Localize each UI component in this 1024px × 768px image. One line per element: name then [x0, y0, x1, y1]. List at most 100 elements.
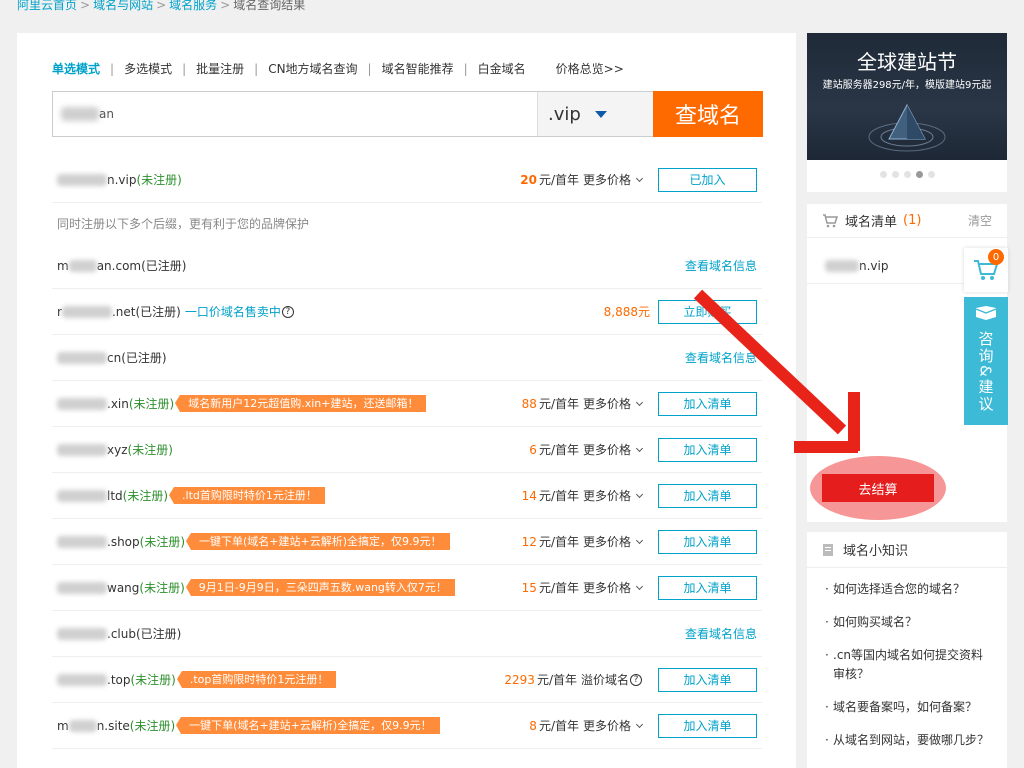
add-to-list-button[interactable]: 加入清单: [658, 483, 757, 508]
view-domain-info-link[interactable]: 查看域名信息: [685, 349, 757, 366]
knowledge-link[interactable]: 从域名到网站，要做哪几步？: [825, 731, 995, 750]
blur-mask: [57, 627, 107, 640]
promo-tag[interactable]: .top首购限时特价1元注册！: [176, 671, 337, 688]
promo-banner[interactable]: 全球建站节 建站服务器298元/年，模版建站9元起: [807, 33, 1007, 192]
buy-now-button[interactable]: 立即购买: [658, 299, 757, 324]
more-prices-link[interactable]: 更多价格: [583, 533, 631, 550]
price-info: 8 元/首年 更多价格: [529, 717, 644, 734]
carousel-dot[interactable]: [891, 171, 899, 178]
breadcrumb-link-domain-web[interactable]: 域名与网站: [93, 0, 153, 12]
knowledge-link[interactable]: 如何购买域名？: [825, 613, 995, 632]
knowledge-link[interactable]: 域名要备案吗，如何备案？: [825, 698, 995, 717]
result-row-xin: .xin (未注册) 域名新用户12元超值购.xin+建站，还送邮箱！ 88 元/首年…: [52, 381, 762, 427]
add-to-list-button[interactable]: 加入清单: [658, 529, 757, 554]
blur-mask: [68, 719, 97, 732]
tab-platinum-domain[interactable]: 白金域名: [478, 62, 526, 76]
carousel-dot[interactable]: [879, 171, 887, 178]
result-row-site: m n.site (未注册) 一键下单(域名+建站+云解析)全搞定，仅9.9元！ 8元…: [52, 703, 762, 749]
domain-search-input[interactable]: [53, 92, 537, 136]
tab-single-mode[interactable]: 单选模式: [52, 62, 100, 76]
checkout-button[interactable]: 去结算: [822, 474, 934, 502]
domain-name: .top (未注册) .top首购限时特价1元注册！: [57, 671, 337, 688]
banner-image[interactable]: 全球建站节 建站服务器298元/年，模版建站9元起: [807, 33, 1007, 160]
result-row-club: .club (已注册) 查看域名信息: [52, 611, 762, 657]
carousel-dot[interactable]: [927, 171, 935, 178]
banner-subtitle: 建站服务器298元/年，模版建站9元起: [822, 80, 992, 91]
promo-tag[interactable]: 一键下单(域名+建站+云解析)全搞定，仅9.9元！: [176, 717, 440, 734]
help-icon[interactable]: ?: [630, 673, 642, 686]
chevron-down-icon: [635, 174, 644, 182]
cart-badge: 0: [988, 249, 1004, 265]
add-to-list-button[interactable]: 加入清单: [658, 575, 757, 600]
result-row-top: .top (未注册) .top首购限时特价1元注册！ 2293 元/首年 溢价域名? 加…: [52, 657, 762, 703]
add-to-list-button[interactable]: 加入清单: [658, 391, 757, 416]
consult-feedback-button[interactable]: 咨询&建议: [964, 297, 1008, 425]
price-info: 88 元/首年 更多价格: [521, 395, 644, 412]
tab-price-overview[interactable]: 价格总览>>: [556, 62, 624, 76]
more-prices-link[interactable]: 更多价格: [583, 395, 631, 412]
promo-tag[interactable]: .ltd首购限时特价1元注册！: [169, 487, 325, 504]
suggestion-note: 同时注册以下多个后缀，更有利于您的品牌保护: [57, 216, 310, 231]
tab-smart-recommend[interactable]: 域名智能推荐: [382, 62, 454, 76]
cart-title: 域名清单: [845, 215, 898, 230]
price-value: 8: [529, 718, 537, 733]
add-to-list-button[interactable]: 加入清单: [658, 437, 757, 462]
knowledge-link[interactable]: .cn等国内域名如何提交资料审核？: [825, 646, 995, 684]
result-row-net: r .net (已注册) 一口价域名售卖中? 8,888元 立即购买: [52, 289, 762, 335]
blur-mask: [57, 173, 107, 186]
price-value: 14: [521, 488, 537, 503]
domain-search-bar: .vip 查域名: [52, 91, 763, 137]
domain-name: ltd (未注册) .ltd首购限时特价1元注册！: [57, 487, 325, 504]
tld-select-value: .vip: [548, 103, 581, 125]
more-prices-link[interactable]: 更多价格: [583, 171, 631, 188]
cart-count: (1): [903, 213, 922, 228]
more-prices-link[interactable]: 更多价格: [583, 579, 631, 596]
more-prices-link[interactable]: 更多价格: [583, 487, 631, 504]
price-info: 20 元/首年 更多价格: [520, 171, 644, 188]
added-button[interactable]: 已加入: [658, 167, 757, 192]
mode-tabs: 单选模式 | 多选模式 | 批量注册 | CN地方域名查询 | 域名智能推荐 | 白金域名 价格总览>…: [52, 62, 624, 76]
add-to-list-button[interactable]: 加入清单: [658, 667, 757, 692]
tld-select[interactable]: .vip: [537, 92, 653, 136]
domain-name: wang (未注册) 9月1日-9月9日，三朵四声五数.wang转入仅7元！: [57, 579, 455, 596]
price-value: 88: [521, 396, 537, 411]
breadcrumb-link-domain-service[interactable]: 域名服务: [169, 0, 217, 12]
domain-name: m an.com (已注册): [57, 258, 187, 274]
promo-tag[interactable]: 一键下单(域名+建站+云解析)全搞定，仅9.9元！: [186, 533, 450, 550]
price-value: 12: [521, 534, 537, 549]
help-icon[interactable]: ?: [281, 305, 294, 318]
carousel-dot[interactable]: [903, 171, 911, 178]
status-text: (未注册): [136, 173, 182, 187]
more-prices-link[interactable]: 更多价格: [583, 441, 631, 458]
breadcrumb-link-home[interactable]: 阿里云首页: [17, 0, 77, 12]
blur-mask: [57, 351, 107, 364]
tab-cn-local[interactable]: CN地方域名查询: [268, 62, 357, 76]
banner-title: 全球建站节: [857, 50, 957, 74]
promo-tag[interactable]: 域名新用户12元超值购.xin+建站，还送邮箱！: [175, 395, 427, 412]
more-prices-link[interactable]: 更多价格: [583, 717, 631, 734]
promo-tag[interactable]: 9月1日-9月9日，三朵四声五数.wang转入仅7元！: [185, 579, 455, 596]
chevron-down-icon: [635, 444, 644, 452]
fixed-price-sale-link[interactable]: 一口价域名售卖中: [185, 303, 281, 320]
view-domain-info-link[interactable]: 查看域名信息: [685, 625, 757, 642]
price-info: 6 元/首年 更多价格: [529, 441, 644, 458]
result-row-shop: .shop (未注册) 一键下单(域名+建站+云解析)全搞定，仅9.9元！ 12 元/…: [52, 519, 762, 565]
domain-name: .club (已注册): [57, 625, 181, 642]
primary-result-row: n.vip (未注册) 20 元/首年 更多价格 已加入: [52, 157, 762, 203]
carousel-dot-active[interactable]: [915, 171, 923, 178]
breadcrumb: 阿里云首页 > 域名与网站 > 域名服务 > 域名查询结果: [17, 0, 306, 12]
price-value: 20: [520, 172, 537, 187]
floating-cart-button[interactable]: 0: [964, 248, 1008, 292]
search-domain-button[interactable]: 查域名: [653, 91, 763, 137]
clear-cart-link[interactable]: 清空: [968, 212, 992, 229]
tab-multi-mode[interactable]: 多选模式: [124, 62, 172, 76]
blur-mask: [57, 535, 107, 548]
tab-batch-register[interactable]: 批量注册: [196, 62, 244, 76]
chat-icon: [975, 306, 997, 320]
view-domain-info-link[interactable]: 查看域名信息: [685, 257, 757, 274]
add-to-list-button[interactable]: 加入清单: [658, 713, 757, 738]
knowledge-list: 如何选择适合您的域名？ 如何购买域名？ .cn等国内域名如何提交资料审核？ 域名…: [807, 568, 1007, 750]
knowledge-link[interactable]: 如何选择适合您的域名？: [825, 580, 995, 599]
price-info: 12 元/首年 更多价格: [521, 533, 644, 550]
main-panel: 单选模式 | 多选模式 | 批量注册 | CN地方域名查询 | 域名智能推荐 | 白金域名 价格总览>…: [17, 33, 796, 768]
